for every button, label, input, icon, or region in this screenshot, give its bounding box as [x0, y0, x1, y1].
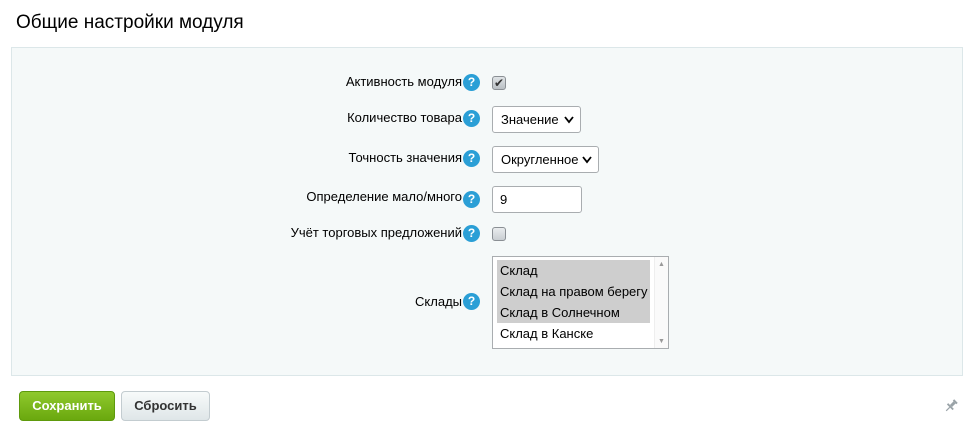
- value-precision-label: Точность значения: [348, 150, 462, 165]
- page-title: Общие настройки модуля: [16, 12, 244, 33]
- value-precision-select[interactable]: Округленное: [492, 146, 599, 173]
- help-icon[interactable]: ?: [463, 191, 480, 208]
- warehouse-option[interactable]: Склад в Канске: [497, 323, 650, 344]
- warehouse-option[interactable]: Склад: [497, 260, 650, 281]
- module-active-label: Активность модуля: [345, 74, 462, 89]
- warehouse-option[interactable]: Склад в Солнечном: [497, 302, 650, 323]
- settings-panel: Активность модуля ? ✔ Количество товара …: [11, 47, 963, 376]
- warehouses-label: Склады: [415, 294, 462, 309]
- product-quantity-value: Значение: [501, 112, 559, 127]
- help-icon[interactable]: ?: [463, 293, 480, 310]
- chevron-down-icon: [582, 147, 592, 182]
- help-icon[interactable]: ?: [463, 110, 480, 127]
- checkmark-icon: ✔: [494, 76, 505, 90]
- few-many-input[interactable]: 9: [492, 186, 582, 213]
- scroll-up-icon[interactable]: ▲: [658, 261, 665, 268]
- warehouse-option[interactable]: Склад на правом берегу: [497, 281, 650, 302]
- value-precision-value: Округленное: [501, 152, 579, 167]
- scroll-down-icon[interactable]: ▼: [658, 338, 665, 345]
- save-button[interactable]: Сохранить: [19, 391, 115, 421]
- help-icon[interactable]: ?: [463, 150, 480, 167]
- module-active-checkbox[interactable]: ✔: [492, 76, 506, 90]
- few-many-value: 9: [500, 192, 508, 207]
- chevron-down-icon: [564, 107, 574, 142]
- trade-offers-label: Учёт торговых предложений: [290, 225, 462, 240]
- help-icon[interactable]: ?: [463, 74, 480, 91]
- few-many-label: Определение мало/много: [306, 189, 462, 204]
- product-quantity-label: Количество товара: [347, 110, 462, 125]
- reset-button[interactable]: Сбросить: [121, 391, 210, 421]
- help-icon[interactable]: ?: [463, 225, 480, 242]
- listbox-scrollbar[interactable]: ▲ ▼: [654, 257, 668, 348]
- pin-icon[interactable]: [943, 398, 959, 414]
- product-quantity-select[interactable]: Значение: [492, 106, 581, 133]
- warehouses-listbox[interactable]: Склад Склад на правом берегу Склад в Сол…: [492, 256, 669, 349]
- trade-offers-checkbox[interactable]: [492, 227, 506, 241]
